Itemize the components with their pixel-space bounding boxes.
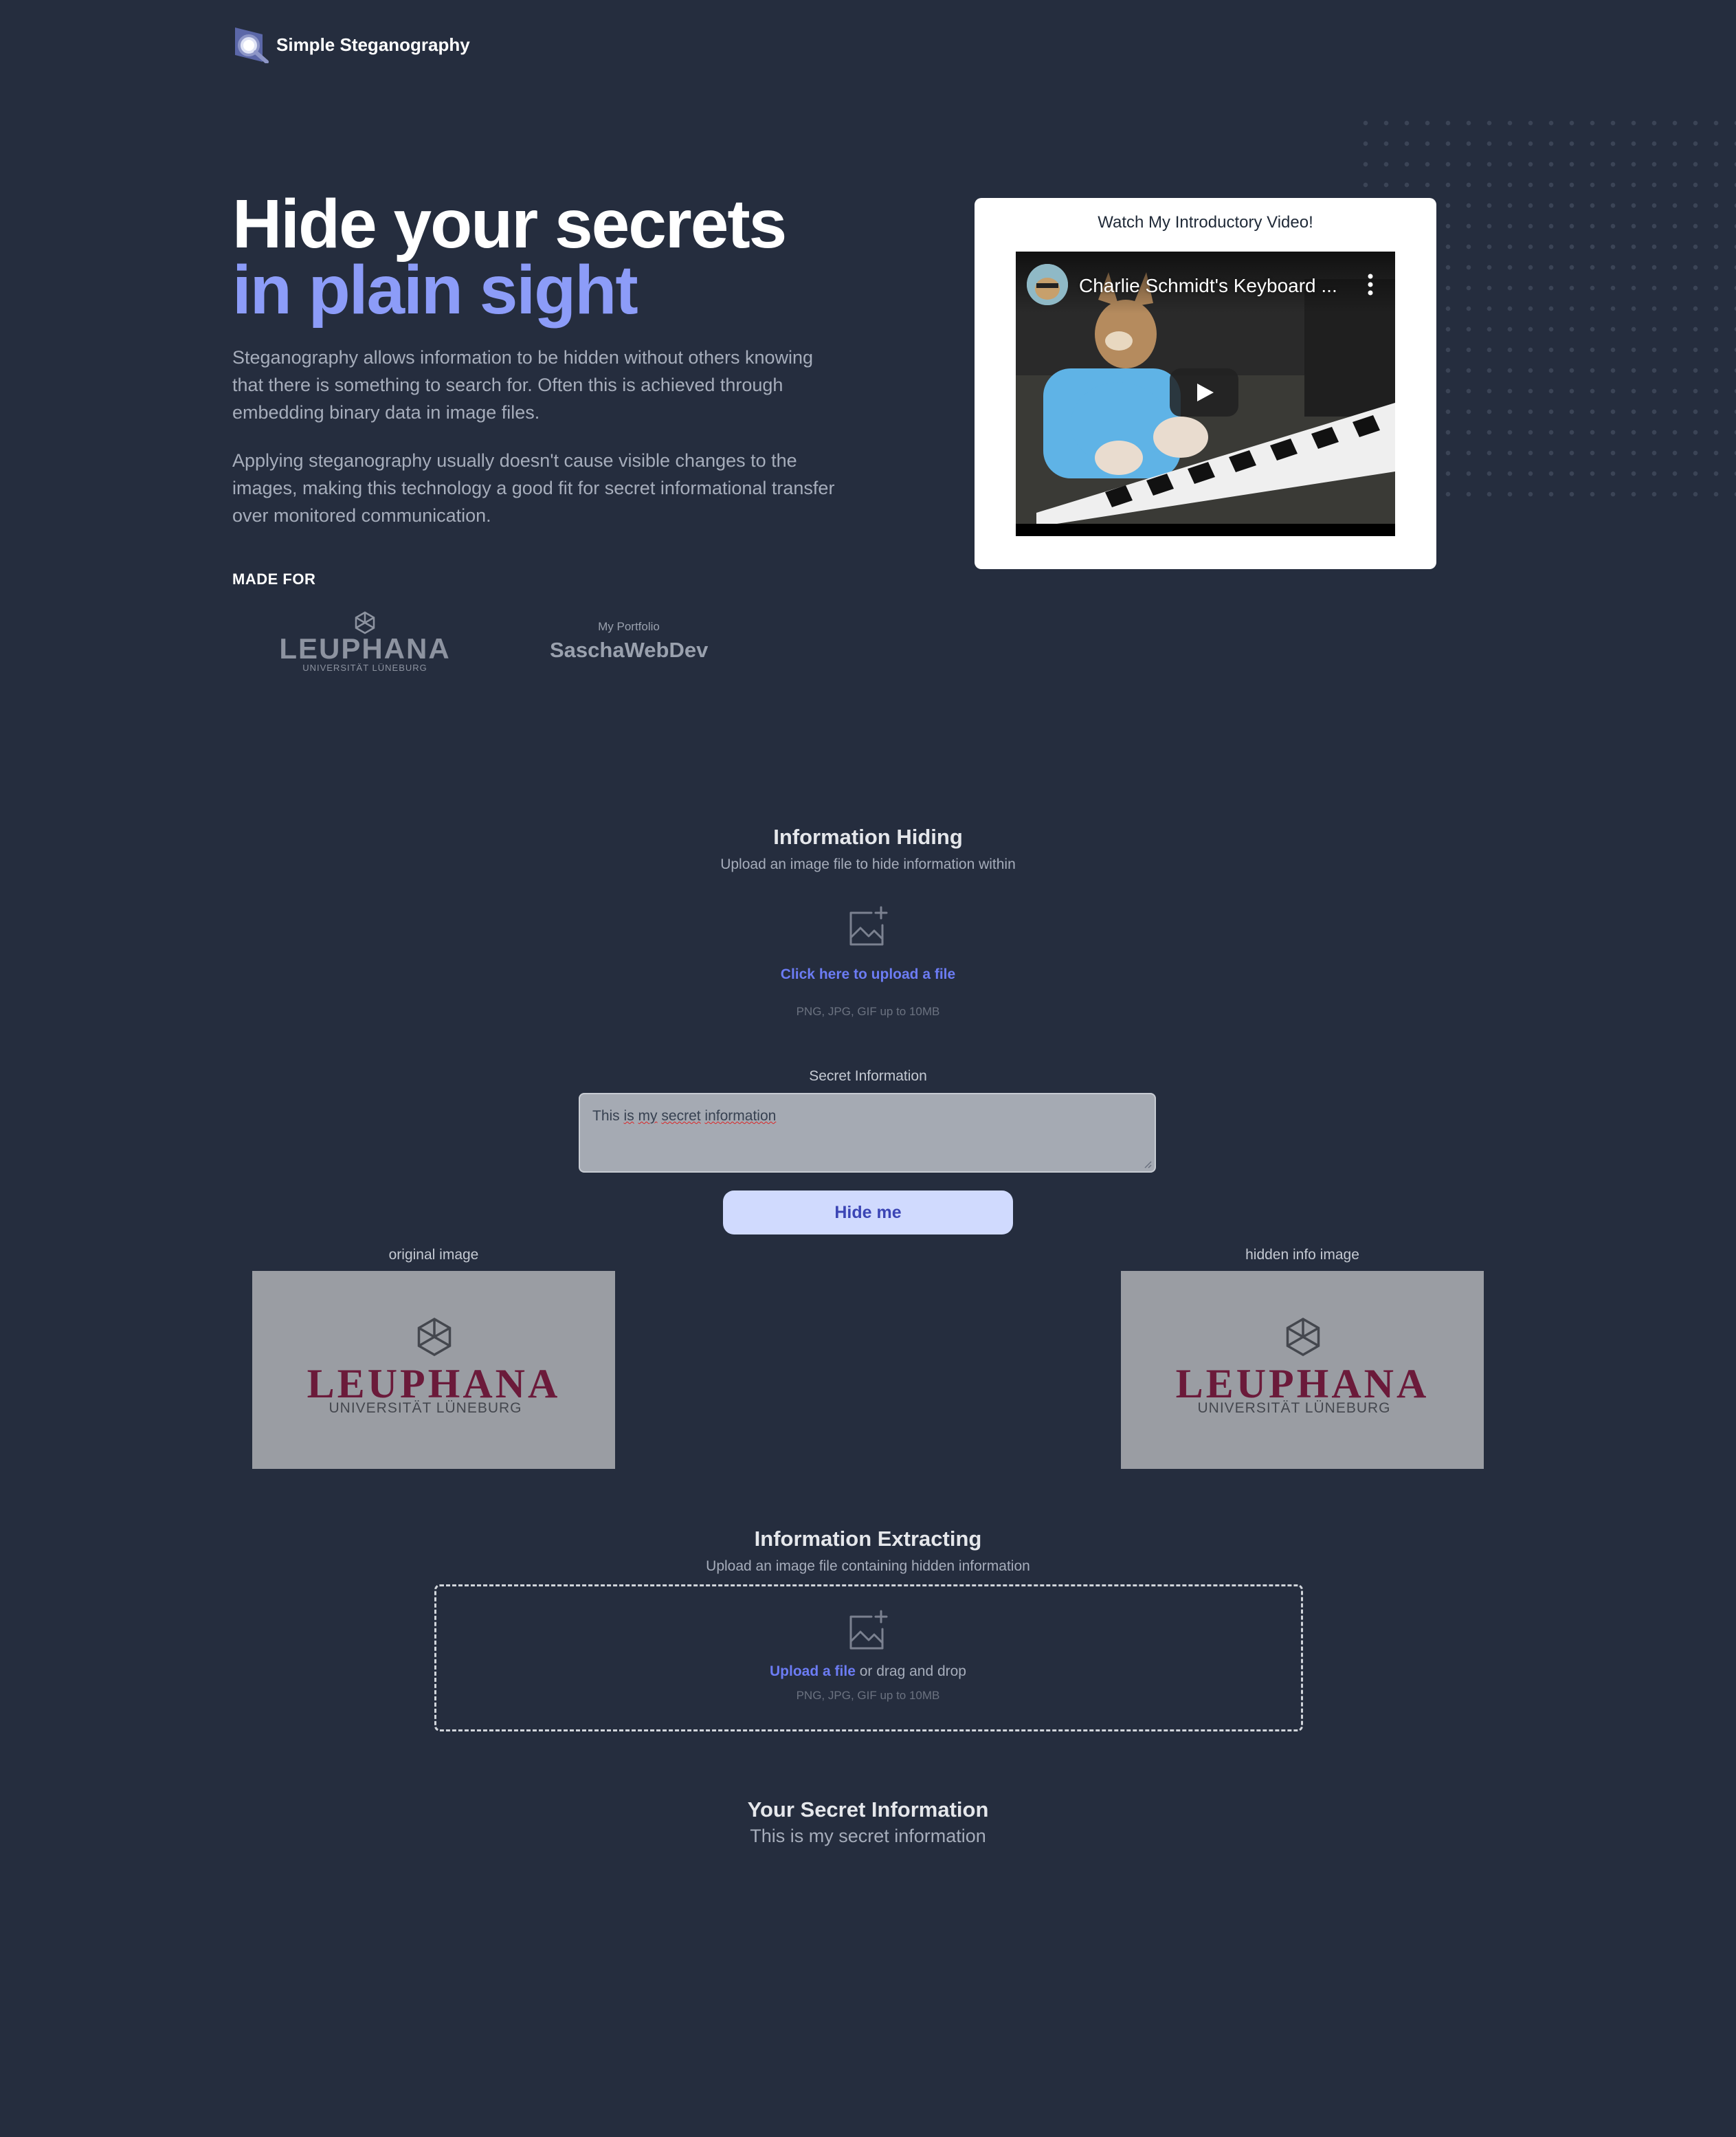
video-player[interactable]: Charlie Schmidt's Keyboard ... bbox=[1016, 252, 1395, 536]
extract-drag-text: or drag and drop bbox=[855, 1663, 966, 1679]
play-icon bbox=[1197, 384, 1214, 401]
secret-information-label: Secret Information bbox=[809, 1068, 927, 1084]
hide-me-button[interactable]: Hide me bbox=[723, 1191, 1013, 1234]
hiding-section-subtitle: Upload an image file to hide information… bbox=[720, 856, 1016, 872]
leuphana-logo[interactable]: LEUPHANA UNIVERSITÄT LÜNEBURG bbox=[279, 609, 451, 678]
image-upload-icon[interactable] bbox=[847, 906, 889, 949]
extract-upload-link[interactable]: Upload a file bbox=[770, 1663, 856, 1679]
play-button[interactable] bbox=[1170, 368, 1238, 417]
secret-word: my bbox=[638, 1108, 658, 1124]
hidden-info-image: LEUPHANA UNIVERSITÄT LÜNEBURG bbox=[1121, 1271, 1484, 1469]
image-upload-icon[interactable] bbox=[847, 1610, 889, 1652]
secret-word: is bbox=[623, 1108, 634, 1124]
portfolio-link[interactable]: SaschaWebDev bbox=[550, 638, 708, 663]
hero-paragraph-2: Applying steganography usually doesn't c… bbox=[232, 450, 835, 526]
resize-handle-icon[interactable] bbox=[1144, 1160, 1152, 1169]
original-image-logo-sub: UNIVERSITÄT LÜNEBURG bbox=[329, 1400, 522, 1416]
original-image-label: original image bbox=[388, 1247, 479, 1263]
hero-title-line2: in plain sight bbox=[232, 252, 638, 329]
secret-word: information bbox=[704, 1108, 777, 1124]
hiding-section-title: Information Hiding bbox=[773, 825, 963, 849]
hiding-upload-note: PNG, JPG, GIF up to 10MB bbox=[796, 1005, 940, 1018]
extract-dropzone[interactable] bbox=[434, 1584, 1303, 1731]
app-logo-icon[interactable] bbox=[232, 25, 271, 63]
result-text: This is my secret information bbox=[750, 1826, 986, 1846]
hidden-image-logo-sub: UNIVERSITÄT LÜNEBURG bbox=[1198, 1400, 1391, 1416]
secret-information-textarea[interactable]: This is my secret information bbox=[579, 1093, 1156, 1173]
extract-upload-prompt: Upload a file or drag and drop bbox=[0, 1663, 1736, 1680]
hiding-upload-link[interactable]: Click here to upload a file bbox=[0, 966, 1736, 983]
extracting-section-subtitle: Upload an image file containing hidden i… bbox=[706, 1558, 1030, 1574]
portfolio-caption: My Portfolio bbox=[598, 620, 660, 633]
secret-word: This bbox=[592, 1108, 620, 1124]
video-title[interactable]: Charlie Schmidt's Keyboard ... bbox=[1079, 275, 1337, 297]
hero-paragraph-1: Steganography allows information to be h… bbox=[232, 347, 814, 423]
extracting-section-title: Information Extracting bbox=[754, 1527, 982, 1551]
original-image: LEUPHANA UNIVERSITÄT LÜNEBURG bbox=[252, 1271, 615, 1469]
result-title: Your Secret Information bbox=[747, 1797, 989, 1822]
made-for-heading: MADE FOR bbox=[232, 571, 316, 588]
hero-title-line1: Hide your secrets bbox=[232, 186, 787, 263]
hero-title: Hide your secrets in plain sight bbox=[232, 186, 787, 329]
more-options-icon[interactable] bbox=[1364, 271, 1377, 298]
channel-avatar[interactable] bbox=[1027, 264, 1068, 305]
leuphana-logo-sub: UNIVERSITÄT LÜNEBURG bbox=[302, 663, 427, 673]
secret-word: secret bbox=[661, 1108, 701, 1124]
hidden-info-image-label: hidden info image bbox=[1245, 1247, 1359, 1263]
video-card-title: Watch My Introductory Video! bbox=[1098, 213, 1313, 232]
brand-name[interactable]: Simple Steganography bbox=[276, 34, 470, 56]
extract-upload-note: PNG, JPG, GIF up to 10MB bbox=[796, 1689, 940, 1702]
leuphana-logo-name: LEUPHANA bbox=[279, 632, 450, 665]
video-card: Watch My Introductory Video! Charlie Sch… bbox=[975, 198, 1436, 569]
